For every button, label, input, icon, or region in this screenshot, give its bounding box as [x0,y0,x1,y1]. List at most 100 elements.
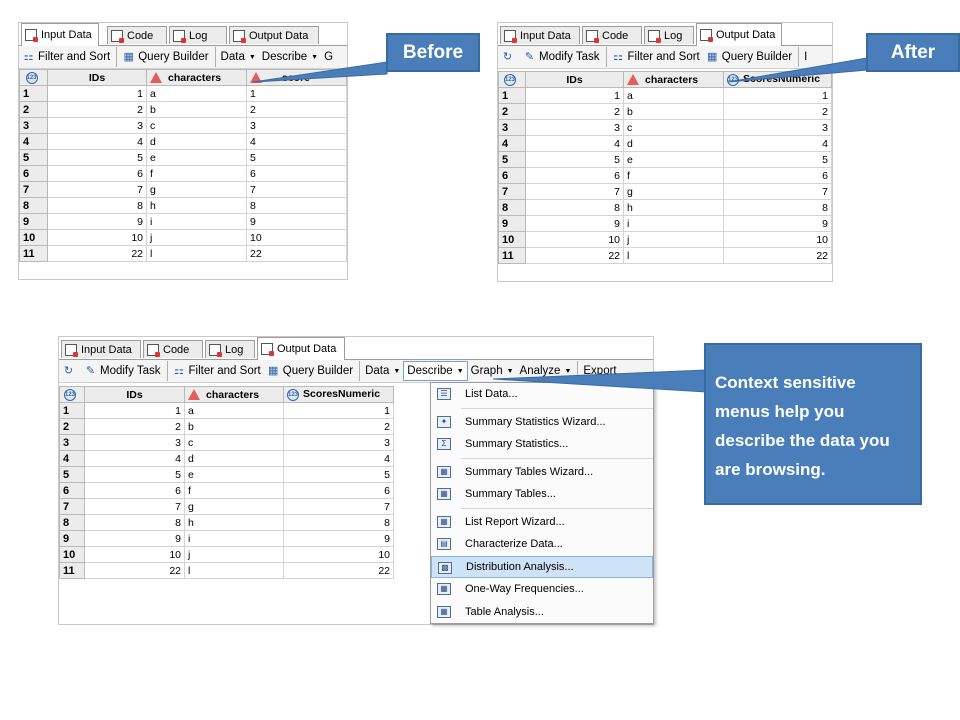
cell-id[interactable]: 3 [525,119,624,136]
menu-item-summary-tables-wizard[interactable]: ▦ Summary Tables Wizard... [431,461,653,484]
row-number[interactable]: 7 [59,498,85,515]
cell-id[interactable]: 7 [525,183,624,200]
data-menu[interactable]: Data ▼ [359,361,403,381]
cell-score[interactable]: 4 [283,450,394,467]
cell-score[interactable]: 6 [246,165,347,182]
row-number[interactable]: 7 [19,181,48,198]
cell-score[interactable]: 6 [723,167,832,184]
cell-character[interactable]: h [623,199,724,216]
menu-item-one-way-frequencies[interactable]: ▦ One-Way Frequencies... [431,578,653,601]
row-number[interactable]: 2 [59,418,85,435]
row-number[interactable]: 1 [19,85,48,102]
filter-sort-button[interactable]: ⚏ Filter and Sort [19,47,113,67]
cell-character[interactable]: d [184,450,284,467]
tab-log[interactable]: Log [169,26,227,44]
column-header-ids[interactable]: IDs [84,386,185,403]
table-row[interactable]: 44d4 [498,135,832,152]
cell-id[interactable]: 4 [47,133,147,150]
table-row[interactable]: 10 10 j 10 [19,229,347,246]
column-header-characters[interactable]: characters [146,69,247,86]
cell-id[interactable]: 4 [525,135,624,152]
cell-score[interactable]: 9 [246,213,347,230]
row-number[interactable]: 9 [19,213,48,230]
query-builder-button[interactable]: ▦ Query Builder [264,361,356,381]
table-row[interactable]: 66f6 [498,167,832,184]
table-row[interactable]: 66f6 [59,482,394,499]
cell-id[interactable]: 5 [525,151,624,168]
cell-score[interactable]: 2 [283,418,394,435]
modify-task-button[interactable]: ✎ Modify Task [81,361,164,381]
cell-score[interactable]: 6 [283,482,394,499]
cell-id[interactable]: 6 [47,165,147,182]
table-row[interactable]: 77g7 [59,498,394,515]
cell-id[interactable]: 4 [84,450,185,467]
menu-item-distribution-analysis[interactable]: ▩ Distribution Analysis... [431,555,653,578]
cell-score[interactable]: 2 [246,101,347,118]
column-header-characters[interactable]: characters [623,71,724,88]
cell-character[interactable]: f [184,482,284,499]
cell-score[interactable]: 3 [246,117,347,134]
cell-id[interactable]: 1 [84,402,185,419]
row-number[interactable]: 9 [59,530,85,547]
column-header-characters[interactable]: characters [184,386,284,403]
cell-character[interactable]: c [146,117,247,134]
table-row[interactable]: 88h8 [59,514,394,531]
cell-character[interactable]: a [146,85,247,102]
table-row[interactable]: 11a1 [498,87,832,104]
refresh-button[interactable]: ↻ [498,47,520,67]
row-number[interactable]: 3 [59,434,85,451]
cell-id[interactable]: 1 [525,87,624,104]
row-number[interactable]: 11 [19,245,48,262]
filter-sort-button[interactable]: ⚏ Filter and Sort [166,361,264,381]
cell-score[interactable]: 1 [723,87,832,104]
cell-score[interactable]: 9 [723,215,832,232]
cell-character[interactable]: i [623,215,724,232]
table-row[interactable]: 33c3 [498,119,832,136]
row-number[interactable]: 2 [498,103,526,120]
export-menu[interactable]: Export [577,361,619,381]
row-number[interactable]: 5 [59,466,85,483]
row-number[interactable]: 11 [59,562,85,579]
cell-character[interactable]: i [146,213,247,230]
column-header-scores-numeric[interactable]: 123 ScoresNumeric [283,386,394,403]
row-number[interactable]: 10 [19,229,48,246]
row-number[interactable]: 2 [19,101,48,118]
cell-character[interactable]: b [184,418,284,435]
menu-item-summary-statistics[interactable]: Σ Summary Statistics... [431,433,653,456]
column-header-ids[interactable]: IDs [525,71,624,88]
row-number[interactable]: 4 [59,450,85,467]
menu-item-summary-tables[interactable]: ▦ Summary Tables... [431,483,653,506]
cell-id[interactable]: 9 [47,213,147,230]
cell-id[interactable]: 22 [47,245,147,262]
table-row[interactable]: 88h8 [19,197,347,214]
cell-score[interactable]: 4 [723,135,832,152]
cell-score[interactable]: 10 [723,231,832,248]
menu-item-list-report-wizard[interactable]: ▦ List Report Wizard... [431,511,653,534]
tab-input-data[interactable]: Input Data [61,340,141,358]
query-builder-button[interactable]: ▦ Query Builder [116,47,211,67]
table-row[interactable]: 55e5 [19,149,347,166]
table-row[interactable]: 33c3 [19,117,347,134]
cell-score[interactable]: 2 [723,103,832,120]
cell-character[interactable]: g [623,183,724,200]
column-header-score[interactable]: score [246,69,347,86]
cell-id[interactable]: 1 [47,85,147,102]
cell-id[interactable]: 2 [525,103,624,120]
cell-score[interactable]: 22 [246,245,347,262]
data-menu[interactable]: Data ▼ [214,47,259,67]
cell-id[interactable]: 2 [47,101,147,118]
cell-character[interactable]: c [623,119,724,136]
refresh-button[interactable]: ↻ [59,361,81,381]
column-header-ids[interactable]: IDs [47,69,147,86]
row-number[interactable]: 11 [498,247,526,264]
cell-character[interactable]: c [184,434,284,451]
cell-id[interactable]: 8 [84,514,185,531]
cell-score[interactable]: 10 [283,546,394,563]
graph-menu[interactable]: Graph ▼ [468,361,517,381]
cell-score[interactable]: 1 [246,85,347,102]
table-row[interactable]: 22b2 [59,418,394,435]
table-row[interactable]: 55e5 [59,466,394,483]
cell-character[interactable]: a [184,402,284,419]
cell-score[interactable]: 9 [283,530,394,547]
row-number[interactable]: 5 [498,151,526,168]
